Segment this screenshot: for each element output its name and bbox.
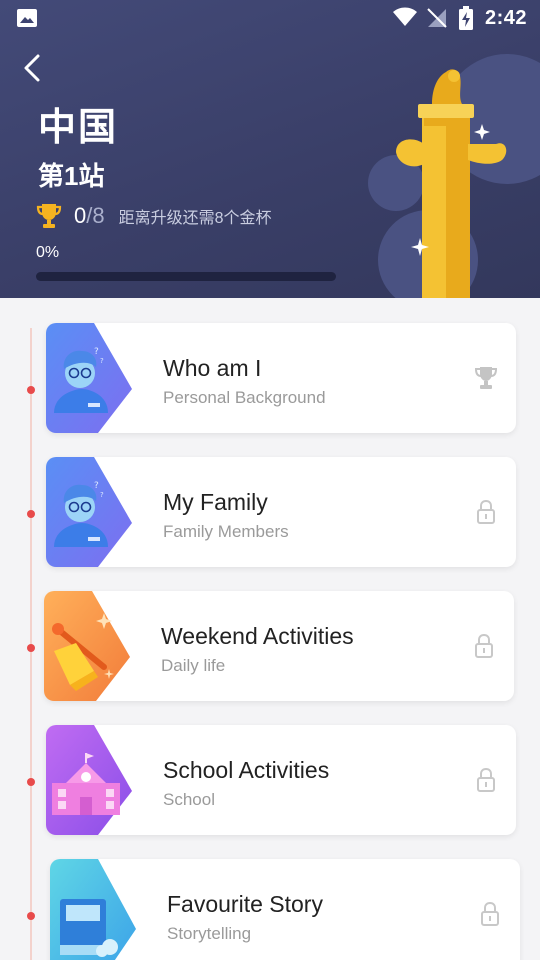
battery-charging-icon	[459, 6, 473, 30]
timeline-dot	[27, 644, 35, 652]
image-notification-icon	[17, 9, 37, 27]
huabiao-pillar-illustration	[396, 69, 507, 298]
cup-count-total: 8	[92, 203, 105, 228]
svg-text:?: ?	[100, 491, 104, 499]
lesson-subtitle: Daily life	[161, 656, 226, 675]
book-icon	[50, 859, 136, 960]
svg-text:?: ?	[94, 347, 99, 357]
lock-icon	[475, 633, 493, 658]
lesson-title: My Family	[163, 489, 268, 515]
lesson-card-my-family[interactable]: ? ? My Family Family Members	[46, 457, 516, 567]
trophy-icon	[474, 367, 498, 389]
lesson-card-who-am-i[interactable]: ? ? Who am I Personal Background	[46, 323, 516, 433]
svg-text:?: ?	[94, 481, 99, 491]
student-avatar-icon: ? ?	[46, 323, 132, 433]
lesson-card-favourite-story[interactable]: Favourite Story Storytelling	[50, 859, 520, 960]
lesson-title: Who am I	[163, 355, 262, 381]
lesson-card-weekend-activities[interactable]: Weekend Activities Daily life	[44, 591, 514, 701]
timeline-dot	[27, 912, 35, 920]
student-avatar-icon: ? ?	[46, 457, 132, 567]
lock-icon	[481, 901, 499, 926]
no-signal-icon	[427, 8, 447, 28]
upgrade-hint: 距离升级还需8个金杯	[118, 210, 272, 227]
progress-percent: 0%	[36, 244, 60, 261]
lesson-subtitle: School	[163, 790, 215, 809]
lesson-subtitle: Storytelling	[167, 924, 252, 943]
broom-icon	[44, 591, 130, 701]
lesson-title: School Activities	[163, 757, 330, 783]
lesson-subtitle: Family Members	[163, 522, 289, 541]
gold-trophy-icon	[36, 204, 62, 228]
cup-count-current: 0	[74, 203, 87, 228]
progress-bar	[36, 272, 336, 281]
timeline-dot	[27, 386, 35, 394]
school-building-icon	[46, 725, 132, 835]
lock-icon	[477, 767, 495, 792]
header-banner: 2:42 中国 第1站 0/8 距离升级还需8个金杯 0%	[0, 0, 540, 298]
lesson-list: ? ? Who am I Personal Background ? ? My …	[0, 298, 540, 960]
wifi-icon	[393, 7, 417, 26]
lesson-title: Favourite Story	[167, 891, 323, 917]
back-arrow-icon[interactable]	[20, 52, 44, 84]
svg-text:?: ?	[100, 357, 104, 365]
trophy-progress-row: 0/8 距离升级还需8个金杯	[36, 200, 272, 232]
lesson-title: Weekend Activities	[161, 623, 354, 649]
lock-icon	[477, 499, 495, 524]
lesson-card-school-activities[interactable]: School Activities School	[46, 725, 516, 835]
timeline-dot	[27, 778, 35, 786]
station-label: 第1站	[38, 161, 105, 191]
page-title: 中国	[38, 107, 119, 149]
cup-count: 0/8	[74, 203, 105, 229]
status-bar: 2:42	[0, 0, 540, 36]
lesson-subtitle: Personal Background	[163, 388, 326, 407]
timeline-dot	[27, 510, 35, 518]
status-time: 2:42	[485, 7, 528, 29]
